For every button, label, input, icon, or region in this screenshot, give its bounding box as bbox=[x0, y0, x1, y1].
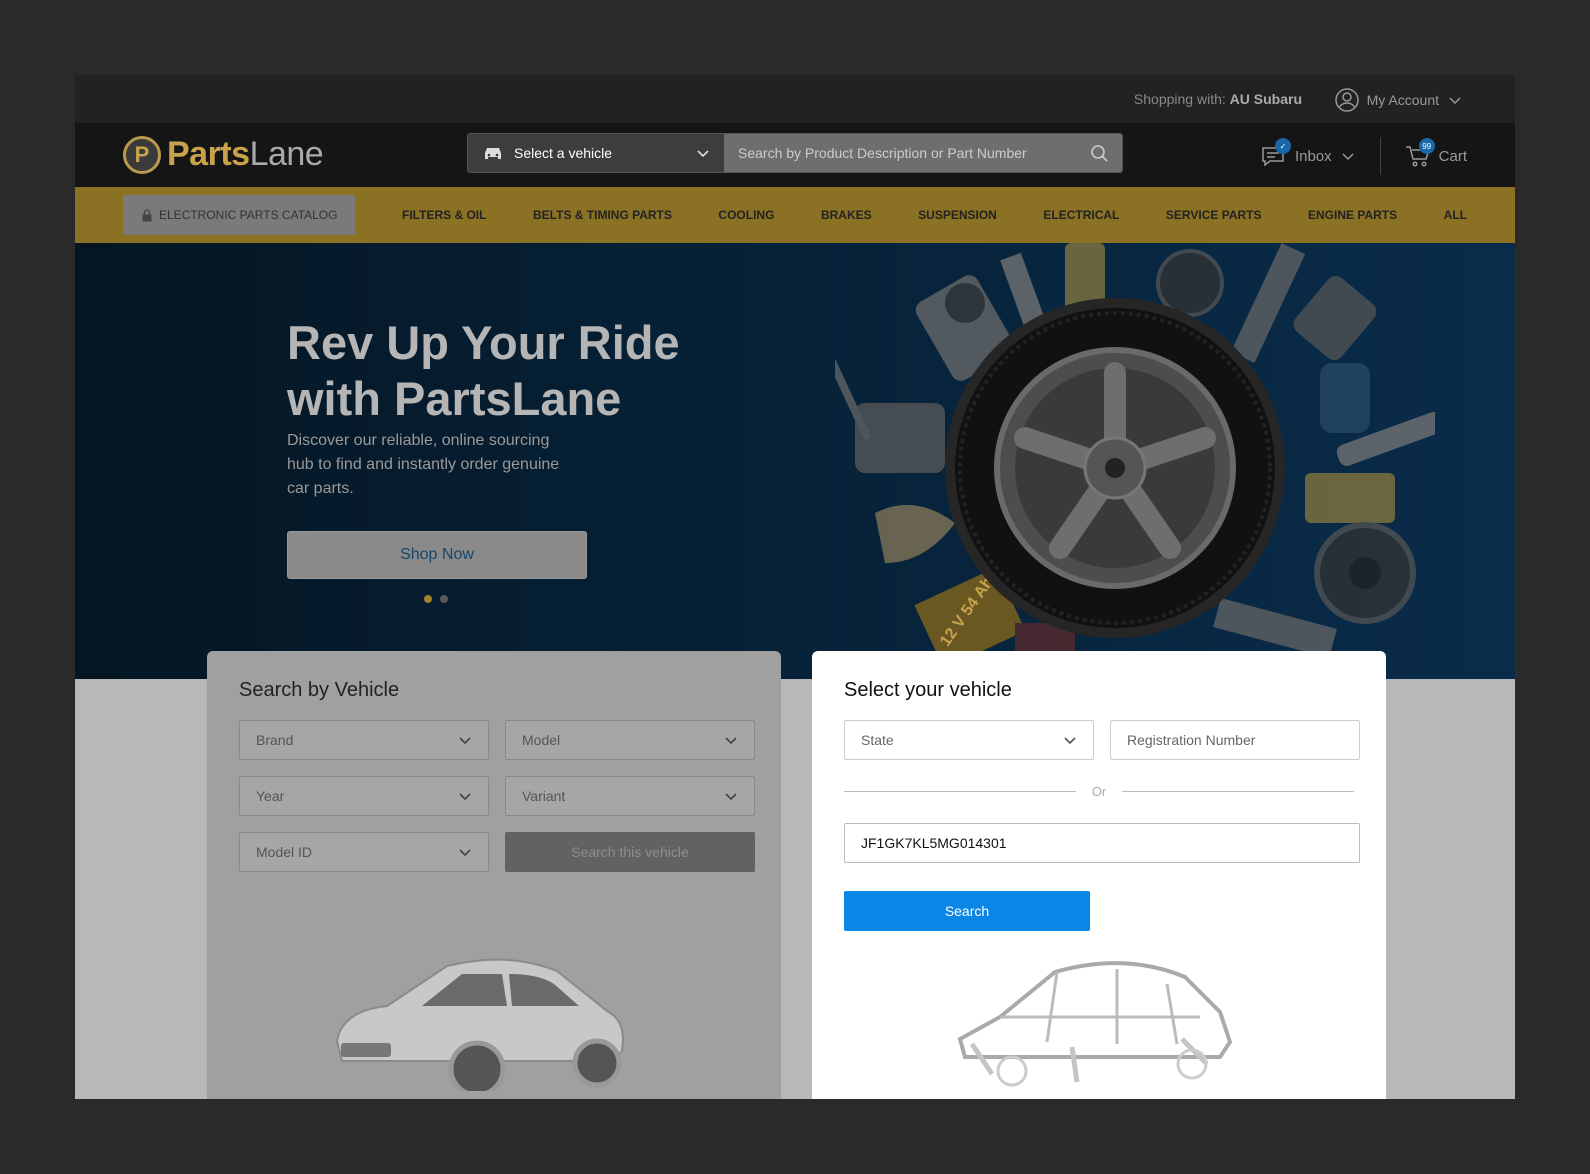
main-header: P PartsLane Select a vehicle Search by P… bbox=[75, 123, 1515, 187]
vehicle-selector-label: Select a vehicle bbox=[514, 145, 613, 161]
search-by-vehicle-card: Search by Vehicle Brand Model Year Varia… bbox=[207, 651, 781, 1099]
model-id-select-value: Model ID bbox=[256, 844, 313, 860]
chevron-down-icon bbox=[725, 793, 737, 801]
shopping-with-value: AU Subaru bbox=[1229, 91, 1302, 107]
header-divider bbox=[1379, 137, 1381, 175]
inbox-menu[interactable]: ✓ Inbox bbox=[1261, 138, 1356, 168]
brand-select[interactable]: Brand bbox=[239, 720, 489, 760]
or-line-left bbox=[844, 791, 1076, 792]
my-account-label: My Account bbox=[1366, 92, 1439, 108]
search-by-vehicle-title: Search by Vehicle bbox=[239, 679, 400, 701]
chevron-down-icon bbox=[459, 793, 471, 801]
model-select-value: Model bbox=[522, 732, 561, 748]
search-button[interactable]: Search bbox=[844, 891, 1090, 931]
cart-label: Cart bbox=[1438, 147, 1467, 165]
nav-item-all[interactable]: ALL bbox=[1444, 208, 1467, 222]
select-your-vehicle-title: Select your vehicle bbox=[844, 679, 1012, 701]
registration-number-placeholder: Registration Number bbox=[1127, 732, 1256, 748]
my-account-menu[interactable]: My Account bbox=[1334, 88, 1463, 112]
rego-lookup-row: State Registration Number bbox=[844, 720, 1360, 760]
hero-title-line-2: with PartsLane bbox=[287, 372, 622, 425]
inbox-label: Inbox bbox=[1294, 147, 1332, 165]
carousel-dot-1[interactable] bbox=[424, 595, 432, 603]
user-icon bbox=[1334, 88, 1359, 112]
state-select[interactable]: State bbox=[844, 720, 1094, 760]
page: Shopping with: AU Subaru My Account P Pa… bbox=[75, 75, 1515, 1099]
vehicle-selector[interactable]: Select a vehicle bbox=[468, 134, 724, 172]
or-divider: Or bbox=[844, 784, 1355, 799]
chevron-down-icon bbox=[725, 737, 737, 745]
electronic-parts-catalog-button[interactable]: ELECTRONIC PARTS CATALOG bbox=[123, 195, 356, 235]
tire-icon bbox=[945, 298, 1285, 638]
chevron-down-icon bbox=[1064, 737, 1076, 745]
brand-select-value: Brand bbox=[256, 732, 294, 748]
utility-bar: Shopping with: AU Subaru My Account bbox=[75, 75, 1515, 123]
or-line-right bbox=[1122, 791, 1355, 792]
carousel-dots bbox=[424, 595, 448, 603]
logo-mark-icon: P bbox=[123, 135, 161, 174]
model-select[interactable]: Model bbox=[505, 720, 755, 760]
nav-item-cooling[interactable]: COOLING bbox=[718, 208, 774, 222]
shopping-with: Shopping with: AU Subaru bbox=[1134, 91, 1302, 107]
search-this-vehicle-button[interactable]: Search this vehicle bbox=[505, 832, 755, 872]
lock-icon bbox=[142, 208, 152, 221]
hero-subtitle: Discover our reliable, online sourcing h… bbox=[287, 432, 560, 497]
hero-banner: Rev Up Your Ride with PartsLane Discover … bbox=[75, 243, 1515, 679]
variant-select[interactable]: Variant bbox=[505, 776, 755, 816]
model-id-select[interactable]: Model ID bbox=[239, 832, 489, 872]
logo-word-parts: Parts bbox=[167, 135, 250, 173]
year-select-value: Year bbox=[256, 788, 285, 804]
nav-item-electrical[interactable]: ELECTRICAL bbox=[1043, 208, 1119, 222]
sedan-car-image bbox=[335, 958, 624, 1091]
cart-count-badge: 99 bbox=[1418, 138, 1435, 154]
nav-item-suspension[interactable]: SUSPENSION bbox=[918, 208, 997, 222]
vin-input-value: JF1GK7KL5MG014301 bbox=[861, 835, 1007, 851]
logo-word-lane: Lane bbox=[249, 135, 324, 173]
nav-item-filters-oil[interactable]: FILTERS & OIL bbox=[402, 208, 486, 222]
chevron-down-icon bbox=[1342, 153, 1354, 161]
chevron-down-icon bbox=[459, 849, 471, 857]
search-bar: Select a vehicle Search by Product Descr… bbox=[467, 133, 1123, 173]
category-nav: ELECTRONIC PARTS CATALOG FILTERS & OIL B… bbox=[75, 187, 1515, 243]
nav-item-engine-parts[interactable]: ENGINE PARTS bbox=[1308, 208, 1397, 222]
product-search-input[interactable]: Search by Product Description or Part Nu… bbox=[724, 134, 1122, 172]
or-label: Or bbox=[1091, 784, 1107, 799]
variant-select-value: Variant bbox=[522, 788, 566, 804]
car-icon bbox=[485, 148, 501, 159]
search-icon[interactable] bbox=[1090, 144, 1108, 162]
inbox-check-badge: ✓ bbox=[1274, 138, 1291, 154]
header-actions: ✓ Inbox 99 Cart bbox=[1261, 137, 1467, 175]
car-body-frame-image bbox=[957, 961, 1233, 1087]
chevron-down-icon bbox=[697, 150, 709, 158]
vehicle-filter-grid: Brand Model Year Variant Model ID Search… bbox=[239, 720, 755, 872]
registration-number-input[interactable]: Registration Number bbox=[1110, 720, 1360, 760]
car-parts-illustration: 12 V 54 Ah bbox=[835, 243, 1435, 679]
vin-input[interactable]: JF1GK7KL5MG014301 bbox=[844, 823, 1360, 863]
shopping-with-label: Shopping with: bbox=[1133, 91, 1226, 107]
product-search-placeholder: Search by Product Description or Part Nu… bbox=[738, 145, 1027, 161]
electronic-parts-catalog-label: ELECTRONIC PARTS CATALOG bbox=[159, 208, 338, 222]
select-your-vehicle-card: Select your vehicle State Registration N… bbox=[812, 651, 1386, 1099]
carousel-dot-2[interactable] bbox=[440, 595, 448, 603]
hero-title-line-1: Rev Up Your Ride bbox=[287, 316, 680, 369]
partslane-logo[interactable]: P PartsLane bbox=[123, 135, 324, 174]
cart-button[interactable]: 99 Cart bbox=[1405, 138, 1467, 168]
chevron-down-icon bbox=[459, 737, 471, 745]
nav-item-belts-timing[interactable]: BELTS & TIMING PARTS bbox=[533, 208, 672, 222]
year-select[interactable]: Year bbox=[239, 776, 489, 816]
hero-title: Rev Up Your Ride with PartsLane bbox=[287, 315, 767, 427]
chevron-down-icon bbox=[1449, 97, 1461, 105]
nav-item-brakes[interactable]: BRAKES bbox=[821, 208, 872, 222]
nav-item-service-parts[interactable]: SERVICE PARTS bbox=[1166, 208, 1262, 222]
state-select-value: State bbox=[861, 732, 894, 748]
shop-now-button[interactable]: Shop Now bbox=[287, 531, 587, 579]
